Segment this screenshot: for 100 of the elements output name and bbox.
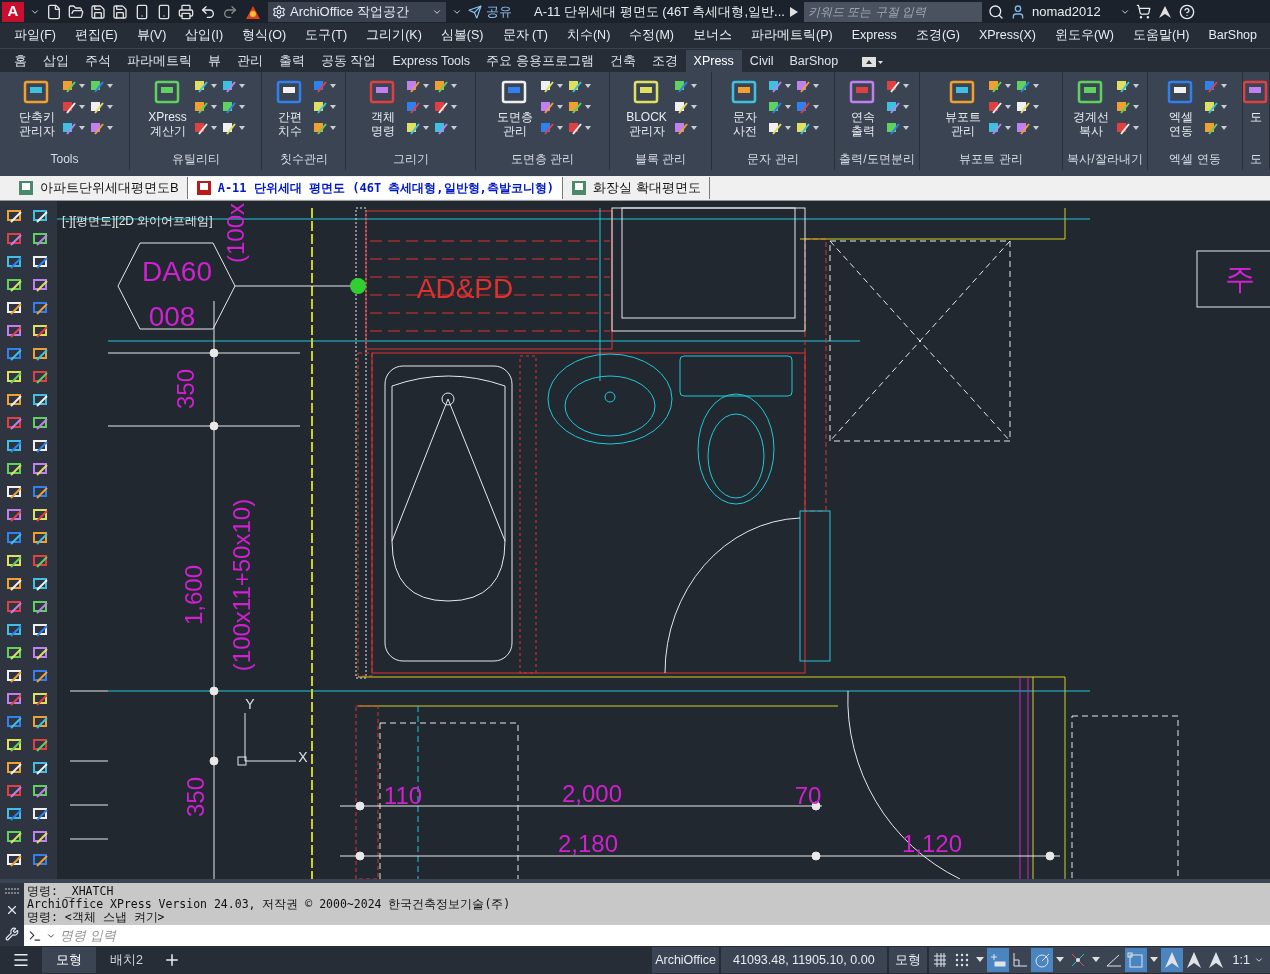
tool-icon[interactable] <box>5 207 24 225</box>
tool-icon[interactable] <box>987 99 1003 115</box>
menu-icon[interactable] <box>12 951 30 969</box>
tool-icon[interactable] <box>885 78 901 94</box>
tool-icon[interactable] <box>31 759 50 777</box>
tool-icon[interactable] <box>31 828 50 846</box>
tool-icon[interactable] <box>5 506 24 524</box>
tool-icon[interactable] <box>5 552 24 570</box>
tool-icon[interactable] <box>31 690 50 708</box>
tool-icon[interactable] <box>5 299 24 317</box>
tool-icon[interactable] <box>31 805 50 823</box>
undo-icon[interactable] <box>200 3 216 20</box>
tool-icon[interactable] <box>60 99 77 115</box>
document-tab[interactable]: A-11 단위세대 평면도 (46T 측세대형,일반형,측발코니형) <box>187 177 564 199</box>
ribbon-tab[interactable]: 출력 <box>271 50 313 72</box>
tool-icon[interactable] <box>31 483 50 501</box>
tool-icon[interactable] <box>192 99 209 115</box>
tool-icon[interactable] <box>5 575 24 593</box>
document-tab[interactable]: 화장실 확대평면도 <box>563 177 710 199</box>
menu-item[interactable]: 형식(O) <box>242 26 287 45</box>
share-button[interactable]: 공유 <box>468 1 512 22</box>
tool-icon[interactable] <box>5 345 24 363</box>
tool-icon[interactable] <box>767 120 783 136</box>
tool-icon[interactable] <box>5 667 24 685</box>
tool-icon[interactable] <box>5 437 24 455</box>
toolbar-icon[interactable] <box>68 3 84 20</box>
tool-icon[interactable] <box>1203 99 1219 115</box>
ribbon-tab[interactable]: 파라메트릭 <box>119 50 200 72</box>
ribbon-tab[interactable]: 뷰 <box>200 50 229 72</box>
tool-icon[interactable] <box>5 529 24 547</box>
tool-icon[interactable] <box>5 759 24 777</box>
tool-icon[interactable] <box>432 120 449 136</box>
menu-item[interactable]: 도움말(H) <box>1133 26 1190 45</box>
tool-icon[interactable] <box>192 120 209 136</box>
ribbon-tab[interactable]: Civil <box>741 50 782 72</box>
tool-icon[interactable] <box>311 99 328 115</box>
ribbon-tab[interactable]: 주석 <box>77 50 119 72</box>
tool-icon[interactable] <box>538 99 555 115</box>
tool-icon[interactable] <box>5 736 24 754</box>
tool-icon[interactable] <box>566 99 583 115</box>
tool-icon[interactable] <box>31 736 50 754</box>
ribbon-tab[interactable]: Express Tools <box>384 50 479 72</box>
user-icon[interactable] <box>1010 3 1026 20</box>
menu-item[interactable]: 그리기(K) <box>366 26 422 45</box>
search-field[interactable]: 키워드 또는 구절 입력 <box>804 1 982 22</box>
menu-item[interactable]: 보너스 <box>693 26 733 45</box>
tool-icon[interactable] <box>672 120 689 136</box>
ribbon-button[interactable]: 객체 명령 <box>364 76 401 138</box>
ribbon-button[interactable]: 문자 사전 <box>727 76 763 138</box>
expand-arrow-icon[interactable] <box>790 6 798 17</box>
app-logo[interactable]: A <box>2 1 24 22</box>
menu-item[interactable]: 도구(T) <box>305 26 348 45</box>
tool-icon[interactable] <box>1115 99 1131 115</box>
ribbon-tab[interactable]: XPress <box>685 50 742 72</box>
tool-icon[interactable] <box>5 322 24 340</box>
tool-icon[interactable] <box>5 713 24 731</box>
search-icon[interactable] <box>988 3 1004 20</box>
tool-icon[interactable] <box>31 437 50 455</box>
ribbon-tab[interactable]: 주요 응용프로그램 <box>478 50 602 72</box>
toolbar-icon[interactable] <box>112 3 128 20</box>
panel-toggle-icon[interactable] <box>862 56 885 68</box>
tool-icon[interactable] <box>1015 120 1031 136</box>
tool-icon[interactable] <box>5 621 24 639</box>
ribbon-button[interactable]: 뷰포트 관리 <box>943 76 983 138</box>
infer-toggle-icon[interactable] <box>986 948 1009 972</box>
tool-icon[interactable] <box>1015 78 1031 94</box>
scale-button[interactable]: 1:1 <box>1226 947 1270 973</box>
tool-icon[interactable] <box>31 368 50 386</box>
workspace-dropdown[interactable]: ArchiOffice 작업공간 <box>268 1 446 22</box>
select-toggle-icon[interactable] <box>1124 948 1147 972</box>
tool-icon[interactable] <box>31 276 50 294</box>
menu-item[interactable]: 심볼(S) <box>440 26 484 45</box>
ribbon-button[interactable]: BLOCK 관리자 <box>624 76 669 138</box>
ribbon-button[interactable]: 연속 출력 <box>845 76 881 138</box>
tool-icon[interactable] <box>5 391 24 409</box>
tool-icon[interactable] <box>31 644 50 662</box>
tool-icon[interactable] <box>31 782 50 800</box>
menu-item[interactable]: Express <box>851 26 897 45</box>
model-space-button[interactable]: 모형 <box>888 947 927 973</box>
ribbon-button[interactable]: 엑셀 연동 <box>1163 76 1199 138</box>
terminal-icon[interactable] <box>28 928 42 943</box>
tool-icon[interactable] <box>566 120 583 136</box>
tool-icon[interactable] <box>220 78 237 94</box>
tool-icon[interactable] <box>31 414 50 432</box>
tool-icon[interactable] <box>31 598 50 616</box>
toolbar-icon[interactable] <box>90 3 106 20</box>
ribbon-button[interactable]: 단축키 관리자 <box>16 76 57 138</box>
tool-icon[interactable] <box>31 506 50 524</box>
tool-icon[interactable] <box>767 99 783 115</box>
tool-icon[interactable] <box>5 483 24 501</box>
ribbon-button[interactable]: 간편 치수 <box>271 76 308 138</box>
cart-icon[interactable] <box>1136 4 1151 19</box>
tool-icon[interactable] <box>31 299 50 317</box>
tool-icon[interactable] <box>5 782 24 800</box>
tool-icon[interactable] <box>1115 78 1131 94</box>
layout-tab[interactable]: 모형 <box>42 947 96 973</box>
tool-icon[interactable] <box>31 207 50 225</box>
toolbar-icon[interactable] <box>46 3 62 20</box>
tool-icon[interactable] <box>404 78 421 94</box>
tool-icon[interactable] <box>885 120 901 136</box>
